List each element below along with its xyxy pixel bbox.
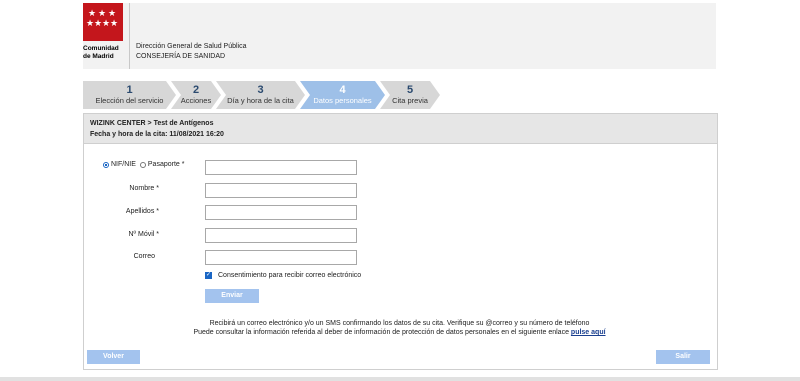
step-dia-hora[interactable]: 3 Día y hora de la cita (216, 81, 305, 109)
consent-label: Consentimiento para recibir correo elect… (218, 272, 362, 279)
info-line-1: Recibirá un correo electrónico y/o un SM… (209, 320, 590, 327)
passport-radio[interactable] (139, 161, 146, 168)
agency-name: Dirección General de Salud Pública CONSE… (136, 42, 247, 62)
step-label: Datos personales (313, 96, 372, 105)
step-number: 2 (192, 84, 200, 96)
movil-input[interactable] (205, 228, 357, 243)
agency-line-1: Dirección General de Salud Pública (136, 43, 247, 50)
privacy-link[interactable]: pulse aquí (571, 329, 606, 336)
logo-line-2: de Madrid (83, 52, 114, 60)
volver-button[interactable]: Volver (87, 350, 140, 364)
info-line-2: Puede consultar la información referida … (83, 328, 716, 337)
step-datos-personales[interactable]: 4 Datos personales (300, 81, 385, 109)
info-line-2-text: Puede consultar la información referida … (193, 329, 569, 336)
step-progress: 1 Elección del servicio 2 Acciones 3 Día… (83, 81, 443, 109)
site-header: ★ ★ ★ ★ ★ ★ ★ Comunidad de Madrid Direcc… (83, 3, 716, 69)
star-icon: ★ (108, 8, 117, 18)
step-label: Elección del servicio (95, 96, 164, 105)
nombre-input[interactable] (205, 183, 357, 198)
step-cita-previa[interactable]: 5 Cita previa (380, 81, 440, 109)
star-icon: ★ (98, 8, 107, 18)
bottom-scrollbar (0, 377, 800, 381)
logo-text: Comunidad de Madrid (83, 45, 119, 60)
step-label: Acciones (180, 96, 212, 105)
nombre-label: Nombre * (129, 185, 159, 192)
logo-line-1: Comunidad (83, 45, 119, 52)
step-label: Día y hora de la cita (227, 96, 294, 105)
consent-checkbox[interactable]: ✓ (205, 272, 212, 279)
appointment-location: WIZINK CENTER > Test de Antígenos (90, 120, 214, 127)
step-number: 4 (339, 84, 346, 96)
step-acciones[interactable]: 2 Acciones (171, 81, 221, 109)
id-type-selector: NIF/NIE Pasaporte * (103, 161, 184, 168)
passport-label: Pasaporte * (147, 161, 185, 168)
correo-input[interactable] (205, 250, 357, 265)
appointment-datetime: Fecha y hora de la cita: 11/08/2021 16:2… (90, 131, 224, 138)
step-eleccion-servicio[interactable]: 1 Elección del servicio (83, 81, 176, 109)
enviar-button[interactable]: Enviar (205, 289, 259, 303)
header-divider (129, 3, 130, 69)
star-icon: ★ (102, 18, 111, 28)
salir-button[interactable]: Salir (656, 350, 710, 364)
appointment-summary: WIZINK CENTER > Test de Antígenos Fecha … (84, 114, 717, 144)
star-icon: ★ (110, 18, 119, 28)
id-number-input[interactable] (205, 160, 357, 175)
step-number: 3 (257, 84, 264, 96)
nif-radio[interactable] (103, 161, 109, 168)
madrid-flag-logo: ★ ★ ★ ★ ★ ★ ★ (83, 3, 123, 41)
step-number: 5 (406, 84, 414, 96)
consent-row: ✓ Consentimiento para recibir correo ele… (205, 272, 361, 279)
star-icon: ★ (86, 18, 95, 28)
star-icon: ★ (88, 8, 97, 18)
info-text: Recibirá un correo electrónico y/o un SM… (83, 319, 716, 337)
agency-line-2: CONSEJERÍA DE SANIDAD (136, 53, 226, 60)
apellidos-input[interactable] (205, 205, 357, 220)
star-icon: ★ (94, 18, 103, 28)
movil-label: Nº Móvil * (128, 231, 159, 238)
nif-label: NIF/NIE (111, 161, 136, 168)
step-number: 1 (126, 84, 133, 96)
correo-label: Correo (133, 253, 155, 260)
apellidos-label: Apellidos * (125, 208, 159, 215)
step-label: Cita previa (392, 96, 428, 105)
